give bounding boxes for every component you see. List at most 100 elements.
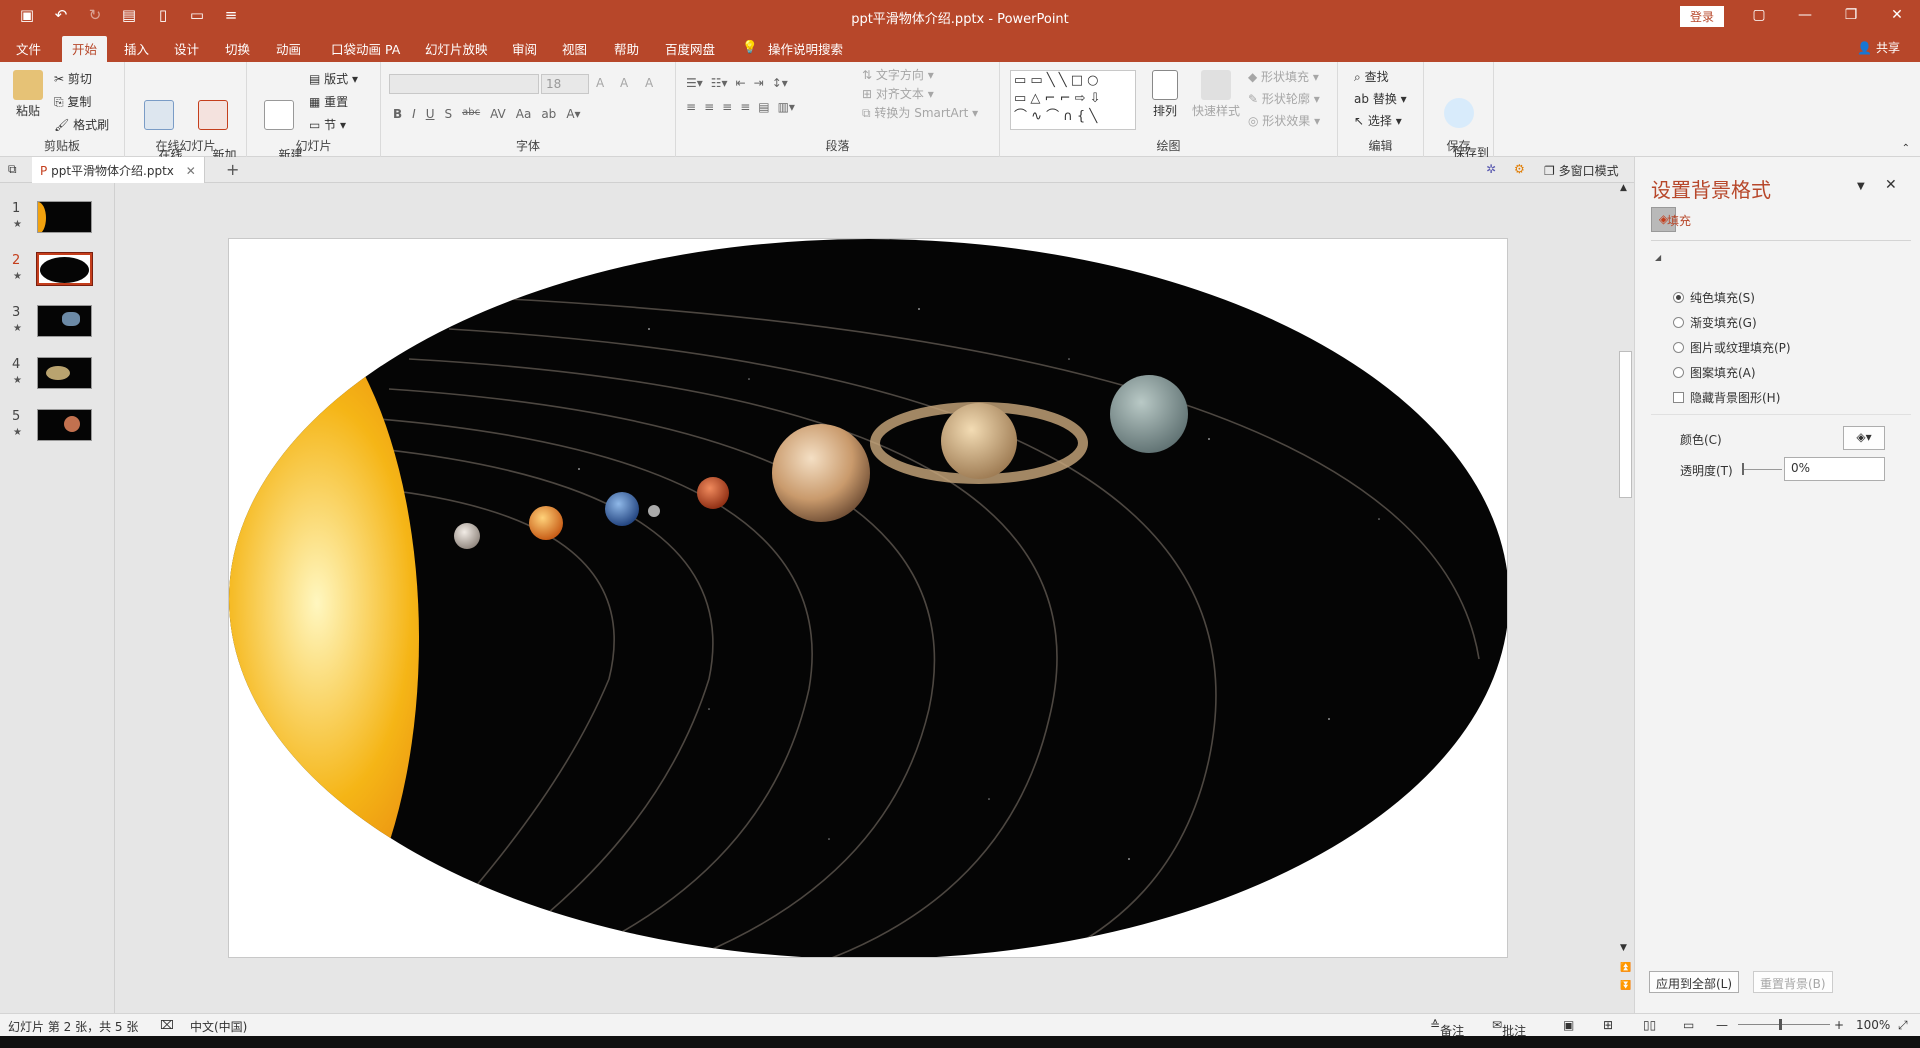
slideshow-view-icon[interactable]: ▭ <box>1683 1018 1694 1032</box>
italic-button[interactable]: I <box>412 107 416 121</box>
clear-format-button[interactable]: A <box>645 76 653 90</box>
thumbnail-slide-1[interactable]: 1 ★ <box>0 201 115 251</box>
share-button[interactable]: 👤 共享 <box>1857 39 1900 56</box>
pattern-fill-option[interactable]: 图案填充(A) <box>1673 364 1756 381</box>
line-spacing-icon[interactable]: ↕▾ <box>772 76 788 90</box>
quick-styles-button[interactable]: 快速样式 <box>1190 70 1242 118</box>
find-button[interactable]: ⌕ 查找 <box>1354 68 1389 85</box>
close-tab-icon[interactable]: ✕ <box>186 164 196 178</box>
tab-baidu-netdisk[interactable]: 百度网盘 <box>665 39 715 58</box>
shape-effects-button[interactable]: ◎ 形状效果 ▾ <box>1248 112 1320 129</box>
solar-system-ellipse-picture[interactable] <box>229 239 1508 958</box>
document-tab[interactable]: P ppt平滑物体介绍.pptx ✕ <box>32 157 205 183</box>
arrange-button[interactable]: 排列 <box>1148 70 1182 118</box>
reset-button[interactable]: ▦ 重置 <box>309 93 348 110</box>
align-center-icon[interactable]: ≡ <box>704 100 714 114</box>
shadow-button[interactable]: S <box>445 107 453 121</box>
smartart-button[interactable]: ⧉ 转换为 SmartArt ▾ <box>862 104 978 121</box>
ribbon-display-icon[interactable]: ▢ <box>1736 0 1782 32</box>
language-indicator[interactable]: 中文(中国) <box>190 1018 247 1035</box>
align-text-button[interactable]: ⊞ 对齐文本 ▾ <box>862 85 934 102</box>
char-spacing-button[interactable]: AV <box>490 107 506 121</box>
tab-transitions[interactable]: 切换 <box>225 39 250 58</box>
minimize-icon[interactable]: — <box>1782 0 1828 32</box>
slide-sorter-icon[interactable]: ⊞ <box>1603 1018 1613 1032</box>
login-button[interactable]: 登录 <box>1680 6 1725 27</box>
distributed-icon[interactable]: ▤ <box>758 100 769 114</box>
strikethrough-button[interactable]: abc <box>462 107 480 121</box>
paste-button[interactable]: 粘贴 <box>10 70 46 118</box>
tab-review[interactable]: 审阅 <box>512 39 537 58</box>
multi-window-mode-button[interactable]: ❐ 多窗口模式 <box>1544 162 1619 179</box>
grow-font-button[interactable]: A <box>596 76 604 90</box>
columns-icon[interactable]: ▥▾ <box>778 100 795 114</box>
decrease-indent-icon[interactable]: ⇤ <box>736 76 746 90</box>
scroll-down-icon[interactable]: ▼ <box>1620 943 1627 953</box>
transparency-slider[interactable] <box>1742 469 1782 470</box>
color-picker-button[interactable]: ◈▾ <box>1843 426 1885 450</box>
close-icon[interactable]: ✕ <box>1874 0 1920 32</box>
align-right-icon[interactable]: ≡ <box>722 100 732 114</box>
new-tab-icon[interactable]: + <box>226 160 239 179</box>
select-button[interactable]: ↖ 选择 ▾ <box>1354 112 1402 129</box>
copy-button[interactable]: ⎘ 复制 <box>54 93 91 110</box>
tab-insert[interactable]: 插入 <box>124 39 149 58</box>
transparency-slider-handle[interactable] <box>1742 463 1744 475</box>
tab-list-icon[interactable]: ⧉ <box>8 162 17 177</box>
hide-background-graphics-checkbox[interactable]: 隐藏背景图形(H) <box>1673 389 1780 406</box>
accessibility-icon[interactable]: ⌧ <box>160 1018 174 1032</box>
numbering-icon[interactable]: ☷▾ <box>711 76 728 90</box>
reset-background-button[interactable]: 重置背景(B) <box>1753 971 1833 993</box>
tab-design[interactable]: 设计 <box>174 39 199 58</box>
tab-file[interactable]: 文件 <box>16 39 41 58</box>
tab-home[interactable]: 开始 <box>62 36 108 62</box>
settings-gear-icon[interactable]: ⚙ <box>1514 162 1525 176</box>
cut-button[interactable]: ✂ 剪切 <box>54 70 92 87</box>
underline-button[interactable]: U <box>426 107 435 121</box>
scrollbar-thumb[interactable] <box>1619 351 1632 498</box>
picture-fill-option[interactable]: 图片或纹理填充(P) <box>1673 339 1791 356</box>
thumbnail-slide-4[interactable]: 4 ★ <box>0 357 115 407</box>
slide-2[interactable] <box>228 238 1508 958</box>
magic-icon[interactable]: ✲ <box>1486 162 1496 176</box>
normal-view-icon[interactable]: ▣ <box>1563 1018 1574 1032</box>
layout-button[interactable]: ▤ 版式 ▾ <box>309 70 358 87</box>
thumbnail-slide-2[interactable]: 2 ★ <box>0 252 115 303</box>
tab-view[interactable]: 视图 <box>562 39 587 58</box>
bold-button[interactable]: B <box>393 107 402 121</box>
zoom-level[interactable]: 100% <box>1856 1018 1890 1032</box>
shape-outline-button[interactable]: ✎ 形状轮廓 ▾ <box>1248 90 1320 107</box>
solid-fill-option[interactable]: 纯色填充(S) <box>1673 289 1755 306</box>
increase-indent-icon[interactable]: ⇥ <box>754 76 764 90</box>
format-painter-button[interactable]: 🖌 格式刷 <box>54 116 109 133</box>
next-slide-icon[interactable]: ⏬ <box>1620 981 1631 991</box>
replace-button[interactable]: ab 替换 ▾ <box>1354 90 1407 107</box>
font-size-combo[interactable]: 18 <box>541 74 589 94</box>
font-color-button[interactable]: A▾ <box>566 107 580 121</box>
tell-me-search[interactable]: 操作说明搜索 <box>768 39 843 58</box>
tab-slideshow[interactable]: 幻灯片放映 <box>425 39 488 58</box>
apply-to-all-button[interactable]: 应用到全部(L) <box>1649 971 1740 993</box>
collapse-ribbon-icon[interactable]: ⌃ <box>1902 143 1910 154</box>
pane-options-icon[interactable]: ▼ <box>1857 181 1865 192</box>
comments-button[interactable]: ✉ 批注 <box>1492 1018 1526 1038</box>
gradient-fill-option[interactable]: 渐变填充(G) <box>1673 314 1757 331</box>
tab-help[interactable]: 帮助 <box>614 39 639 58</box>
bullets-icon[interactable]: ☰▾ <box>686 76 703 90</box>
font-name-combo[interactable] <box>389 74 539 94</box>
transparency-input[interactable]: 0% <box>1784 457 1885 481</box>
thumbnail-slide-3[interactable]: 3 ★ <box>0 305 115 355</box>
tab-animations[interactable]: 动画 <box>276 39 301 58</box>
section-button[interactable]: ▭ 节 ▾ <box>309 116 346 133</box>
zoom-out-icon[interactable]: — <box>1716 1018 1728 1032</box>
justify-icon[interactable]: ≡ <box>740 100 750 114</box>
text-direction-button[interactable]: ⇅ 文字方向 ▾ <box>862 66 934 83</box>
change-case-button[interactable]: Aa <box>516 107 532 121</box>
shapes-gallery[interactable]: ▭ ▭ ╲ ╲ □ ○ ▭ △ ⌐ ⌐ ⇨ ⇩ ⌒ ∿ ⌒ ∩ { ╲ <box>1010 70 1136 130</box>
shape-fill-button[interactable]: ◆ 形状填充 ▾ <box>1248 68 1319 85</box>
zoom-slider[interactable] <box>1738 1024 1830 1025</box>
slide-scrollbar[interactable]: ▲ ▼ ⏫ ⏬ <box>1617 183 1634 1013</box>
scroll-up-icon[interactable]: ▲ <box>1620 183 1627 193</box>
thumbnail-slide-5[interactable]: 5 ★ <box>0 409 115 459</box>
highlight-icon[interactable]: ab <box>541 107 556 121</box>
